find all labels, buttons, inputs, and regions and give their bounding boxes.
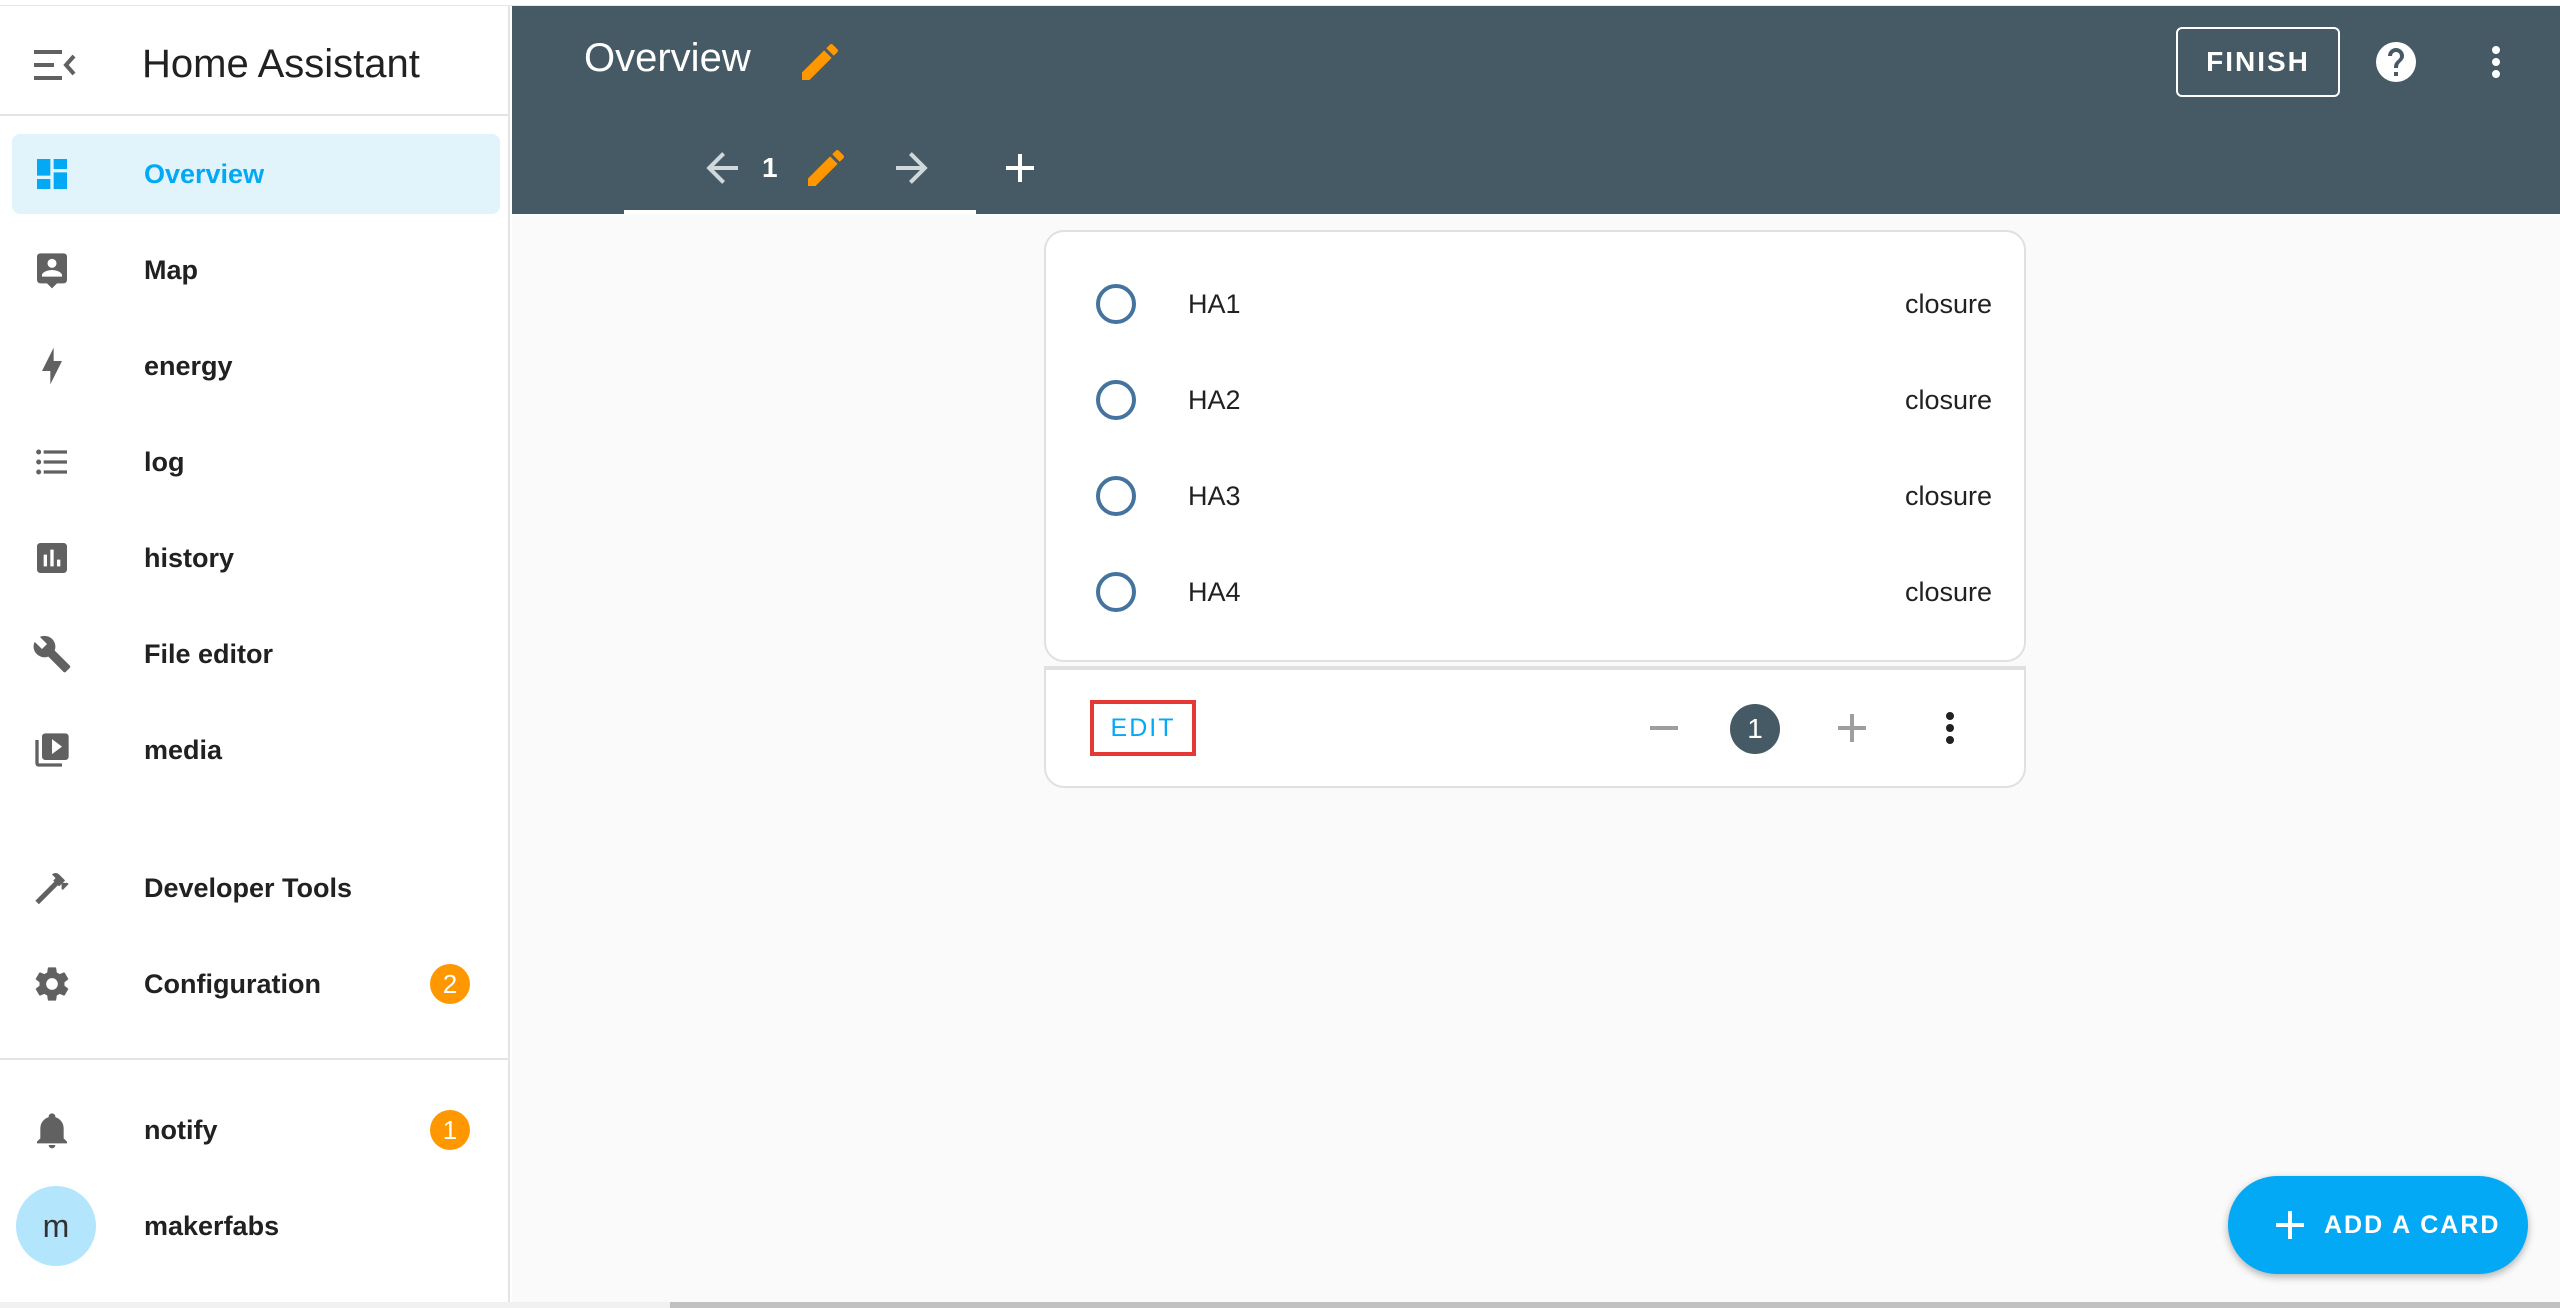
wrench-icon xyxy=(32,634,72,674)
avatar: m xyxy=(16,1186,96,1266)
move-view-right-arrow-icon[interactable] xyxy=(888,144,936,192)
finish-button[interactable]: FINISH xyxy=(2176,27,2340,97)
edit-view-pencil-icon[interactable] xyxy=(802,144,850,192)
entity-state: closure xyxy=(1904,385,1992,415)
add-card-button[interactable]: ADD A CARD xyxy=(2228,1176,2528,1274)
sidebar-item-history[interactable]: history xyxy=(12,518,500,598)
move-view-left-arrow-icon[interactable] xyxy=(698,144,746,192)
sidebar-header: Home Assistant xyxy=(0,6,508,116)
play-box-multiple-icon xyxy=(32,730,72,770)
entity-state: closure xyxy=(1904,289,1992,319)
view-tab-number: 1 xyxy=(762,152,778,183)
entity-name: HA2 xyxy=(1188,385,1241,415)
cog-icon xyxy=(32,964,72,1004)
radio-icon[interactable] xyxy=(1096,380,1136,420)
add-card-label: ADD A CARD xyxy=(2324,1211,2501,1239)
edit-card-button[interactable]: EDIT xyxy=(1090,700,1196,756)
sidebar-item-developer-tools[interactable]: Developer Tools xyxy=(12,848,500,928)
dashboard-area: HA1 closure HA2 closure HA3 closure HA4 … xyxy=(512,214,2560,1302)
bell-icon xyxy=(32,1110,72,1150)
scrollbar-thumb[interactable] xyxy=(670,1302,2560,1308)
card-options-bar: EDIT 1 xyxy=(1044,666,2026,788)
entity-row: HA3 closure xyxy=(1046,448,2024,544)
chart-box-icon xyxy=(32,538,72,578)
notify-badge: 1 xyxy=(430,1110,470,1150)
add-view-plus-icon[interactable] xyxy=(996,144,1044,192)
sidebar-item-label: Developer Tools xyxy=(144,873,353,903)
card-more-vertical-icon[interactable] xyxy=(1926,704,1974,752)
sidebar-item-overview[interactable]: Overview xyxy=(12,134,500,214)
sidebar-item-label: media xyxy=(144,735,223,765)
entity-row: HA4 closure xyxy=(1046,544,2024,640)
sidebar-item-file-editor[interactable]: File editor xyxy=(12,614,500,694)
sidebar-item-notify[interactable]: notify 1 xyxy=(12,1090,500,1170)
view-tab[interactable]: 1 xyxy=(624,120,976,214)
configuration-badge: 2 xyxy=(430,964,470,1004)
sidebar-item-label: Overview xyxy=(144,159,265,189)
sidebar-item-label: notify xyxy=(144,1115,218,1145)
hammer-icon xyxy=(32,868,72,908)
sidebar-item-label: log xyxy=(144,447,185,477)
sidebar-item-user[interactable]: m makerfabs xyxy=(12,1186,500,1266)
sidebar-item-label: File editor xyxy=(144,639,274,669)
horizontal-scrollbar[interactable] xyxy=(0,1302,2560,1308)
view-dashboard-icon xyxy=(32,154,72,194)
sidebar-item-energy[interactable]: energy xyxy=(12,326,500,406)
minus-icon[interactable] xyxy=(1640,704,1688,752)
sidebar: Home Assistant Overview Map energy log h… xyxy=(0,6,510,1302)
entity-state: closure xyxy=(1904,481,1992,511)
sidebar-item-label: Configuration xyxy=(144,969,321,999)
entity-row: HA2 closure xyxy=(1046,352,2024,448)
radio-icon[interactable] xyxy=(1096,476,1136,516)
format-list-bulleted-icon xyxy=(32,442,72,482)
sidebar-item-label: history xyxy=(144,543,235,573)
sidebar-item-configuration[interactable]: Configuration 2 xyxy=(12,944,500,1024)
entity-row: HA1 closure xyxy=(1046,256,2024,352)
plus-icon xyxy=(2266,1201,2314,1249)
user-name: makerfabs xyxy=(144,1211,280,1241)
lightning-bolt-icon xyxy=(32,346,72,386)
radio-icon[interactable] xyxy=(1096,284,1136,324)
app-title: Home Assistant xyxy=(142,42,420,86)
edit-title-pencil-icon[interactable] xyxy=(796,38,844,86)
sidebar-item-map[interactable]: Map xyxy=(12,230,500,310)
entity-name: HA3 xyxy=(1188,481,1241,511)
sidebar-item-label: energy xyxy=(144,351,233,381)
sidebar-item-media[interactable]: media xyxy=(12,710,500,790)
page-title: Overview xyxy=(584,36,751,80)
map-icon xyxy=(32,250,72,290)
help-icon[interactable] xyxy=(2372,38,2420,86)
entity-name: HA1 xyxy=(1188,289,1241,319)
card-position-badge: 1 xyxy=(1730,704,1780,754)
radio-icon[interactable] xyxy=(1096,572,1136,612)
entities-card: HA1 closure HA2 closure HA3 closure HA4 … xyxy=(1044,230,2026,662)
more-vertical-icon[interactable] xyxy=(2472,38,2520,86)
sidebar-item-log[interactable]: log xyxy=(12,422,500,502)
sidebar-item-label: Map xyxy=(144,255,198,285)
menu-collapse-icon[interactable] xyxy=(30,44,82,86)
entity-state: closure xyxy=(1904,577,1992,607)
plus-icon[interactable] xyxy=(1828,704,1876,752)
sidebar-divider xyxy=(0,1058,508,1060)
entity-name: HA4 xyxy=(1188,577,1241,607)
toolbar: Overview FINISH 1 xyxy=(512,6,2560,214)
